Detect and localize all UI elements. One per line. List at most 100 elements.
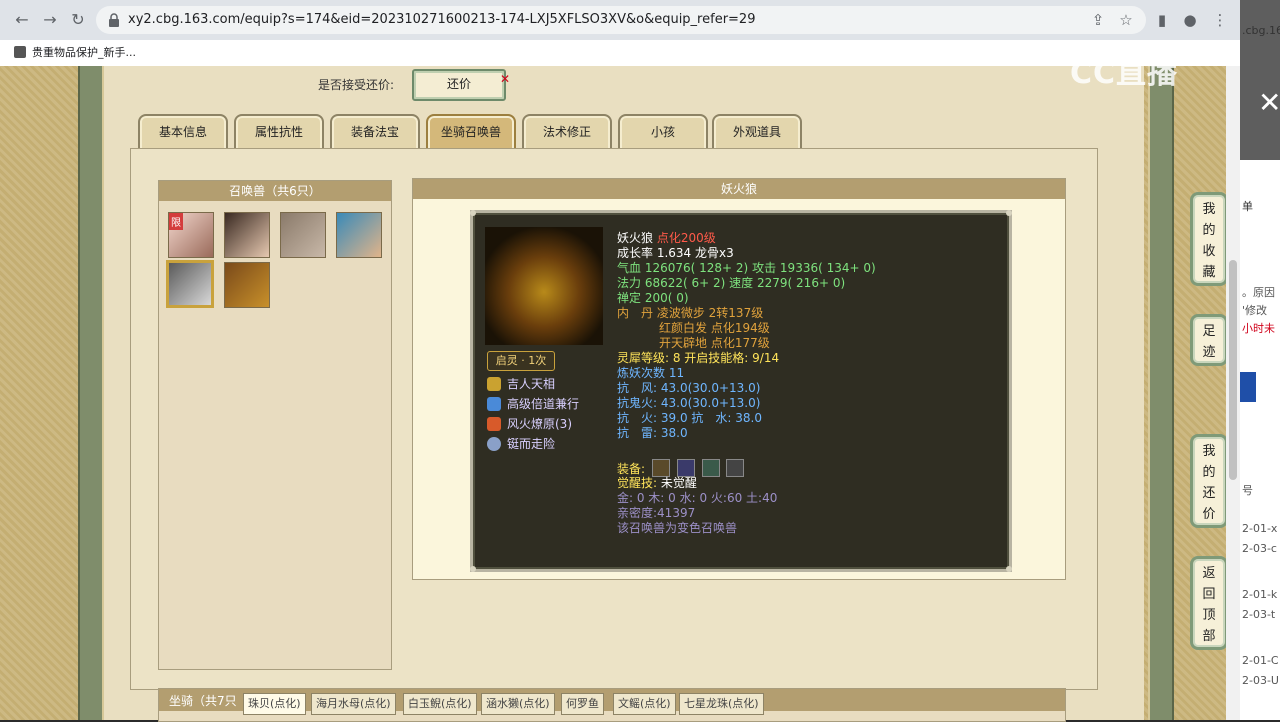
pet-avatar-6[interactable]: [224, 262, 270, 308]
pet-growth: 成长率 1.634 龙骨x3: [617, 246, 734, 260]
res-fire-water: 抗 火: 39.0 抗 水: 38.0: [617, 411, 762, 425]
bookmark-star-icon[interactable]: ☆: [1116, 10, 1136, 30]
pet-portrait: [485, 227, 603, 345]
close-icon[interactable]: ✕: [1258, 86, 1280, 119]
limited-badge: 限: [169, 213, 183, 230]
mount-tab[interactable]: 珠贝(点化): [243, 693, 306, 715]
address-bar[interactable]: xy2.cbg.163.com/equip?s=174&eid=20231027…: [96, 6, 1146, 34]
side-panel-icon[interactable]: ▮: [1152, 10, 1172, 30]
scrollbar-thumb[interactable]: [1229, 260, 1237, 480]
skill-label: 吉人天相: [507, 377, 556, 391]
bookmark-item[interactable]: 贵重物品保护_新手...: [14, 44, 136, 62]
equip-slot-3-icon[interactable]: [701, 459, 720, 477]
pet-avatar-1[interactable]: 限: [168, 212, 214, 258]
skill-label: 风火燎原(3): [507, 417, 572, 431]
tab-equipment[interactable]: 装备法宝: [330, 114, 420, 150]
skill-item[interactable]: 铤而走险: [487, 435, 555, 453]
skill-label: 铤而走险: [507, 437, 556, 451]
skill-label: 高级倍道兼行: [507, 397, 580, 411]
fragment-text: 2-01-k: [1242, 588, 1278, 601]
reload-icon[interactable]: ↻: [68, 10, 88, 30]
equip-slot-1-icon[interactable]: [651, 459, 670, 477]
skill-item[interactable]: 高级倍道兼行: [487, 395, 579, 413]
tab-basic-info[interactable]: 基本信息: [138, 114, 228, 150]
side-btn-char: 回: [1202, 587, 1216, 602]
tab-child[interactable]: 小孩: [618, 114, 708, 150]
tab-spell-mod[interactable]: 法术修正: [522, 114, 612, 150]
mount-tab[interactable]: 文鳐(点化): [613, 693, 676, 715]
atk-label: 攻击: [752, 261, 777, 275]
hp-label: 气血: [617, 261, 642, 275]
dan-1: 凌波微步 2转137级: [656, 306, 764, 320]
mount-tab[interactable]: 海月水母(点化): [311, 693, 396, 715]
fragment-text: 2-03-c: [1242, 542, 1277, 555]
mp-value: 68622( 6+ 2): [644, 276, 726, 290]
mount-tab[interactable]: 涵水獭(点化): [481, 693, 555, 715]
equip-slot-4-icon[interactable]: [726, 459, 745, 477]
bookmark-label: 贵重物品保护_新手...: [32, 46, 136, 59]
res-wind: 抗 风: 43.0(30.0+13.0): [617, 381, 761, 395]
lianyao-count: 炼妖次数 11: [617, 366, 685, 380]
counter-offer-button[interactable]: 还价: [412, 69, 506, 101]
res-ghostfire: 抗鬼火: 43.0(30.0+13.0): [617, 396, 761, 410]
right-decor-strip: [1148, 66, 1174, 720]
pet-avatar-3[interactable]: [280, 212, 326, 258]
pet-detail-header: 妖火狼: [413, 179, 1065, 199]
share-icon[interactable]: ⇪: [1088, 10, 1108, 30]
back-to-top-button[interactable]: 返回顶部: [1190, 556, 1228, 650]
fragment-text: 。原因: [1242, 286, 1275, 299]
profile-icon[interactable]: ●: [1180, 10, 1200, 30]
fragment-text: 2-03-t: [1242, 608, 1276, 621]
menu-icon[interactable]: ⋮: [1210, 10, 1230, 30]
fragment-text: 2-03-U: [1242, 674, 1279, 687]
bookmarks-bar: 贵重物品保护_新手...: [0, 40, 1240, 67]
dan-3: 开天辟地 点化177级: [659, 336, 770, 350]
skill-icon: [487, 397, 501, 411]
side-btn-char: 的: [1202, 223, 1216, 238]
tab-attributes[interactable]: 属性抗性: [234, 114, 324, 150]
forward-icon[interactable]: →: [40, 10, 60, 30]
card-corner: [1006, 566, 1012, 572]
side-btn-char: 迹: [1202, 345, 1216, 360]
side-btn-char: 价: [1202, 507, 1216, 522]
lock-icon: [109, 13, 119, 27]
mount-section: 坐骑（共7只 珠贝(点化) 海月水母(点化) 白玉鲵(点化) 涵水獭(点化) 何…: [158, 688, 1066, 722]
dan-label: 内 丹: [617, 306, 654, 320]
side-btn-char: 还: [1202, 486, 1216, 501]
side-btn-char: 部: [1202, 629, 1216, 644]
pet-avatar-5-selected[interactable]: [166, 260, 214, 308]
side-btn-char: 收: [1202, 244, 1216, 259]
tab-mounts-pets[interactable]: 坐骑召唤兽: [426, 114, 516, 150]
my-favorites-button[interactable]: 我的收藏: [1190, 192, 1228, 286]
mount-tab[interactable]: 七星龙珠(点化): [679, 693, 764, 715]
pet-avatar-2[interactable]: [224, 212, 270, 258]
browser-toolbar: ← → ↻ xy2.cbg.163.com/equip?s=174&eid=20…: [0, 0, 1240, 40]
mount-tab[interactable]: 何罗鱼: [561, 693, 604, 715]
my-offers-button[interactable]: 我的还价: [1190, 434, 1228, 528]
spd-label: 速度: [729, 276, 754, 290]
history-button[interactable]: 足迹: [1190, 314, 1228, 366]
skill-item[interactable]: 吉人天相: [487, 375, 555, 393]
fragment-text: 小时未: [1242, 322, 1275, 335]
equip-slot-2-icon[interactable]: [676, 459, 695, 477]
skill-item[interactable]: 风火燎原(3): [487, 415, 572, 433]
mount-tab[interactable]: 白玉鲵(点化): [403, 693, 477, 715]
scrollbar[interactable]: [1226, 66, 1240, 720]
atk-value: 19336( 134+ 0): [779, 261, 876, 275]
back-icon[interactable]: ←: [12, 10, 32, 30]
pet-note: 该召唤兽为变色召唤兽: [617, 521, 738, 535]
pet-avatar-4[interactable]: [336, 212, 382, 258]
card-corner: [470, 566, 476, 572]
awaken-label: 觉醒技:: [617, 476, 658, 490]
intimacy: 亲密度:41397: [617, 506, 696, 520]
res-thunder: 抗 雷: 38.0: [617, 426, 688, 440]
hp-value: 126076( 128+ 2): [644, 261, 749, 275]
bookmark-icon: [14, 46, 26, 58]
tab-appearance[interactable]: 外观道具: [712, 114, 802, 150]
zen-label: 禅定: [617, 291, 642, 305]
pet-name: 妖火狼: [617, 231, 654, 245]
lingxi-level: 灵犀等级: 8 开启技能格: 9/14: [617, 351, 780, 365]
card-corner: [470, 210, 476, 216]
fragment-text: 单: [1242, 200, 1253, 213]
skill-icon: [487, 437, 501, 451]
